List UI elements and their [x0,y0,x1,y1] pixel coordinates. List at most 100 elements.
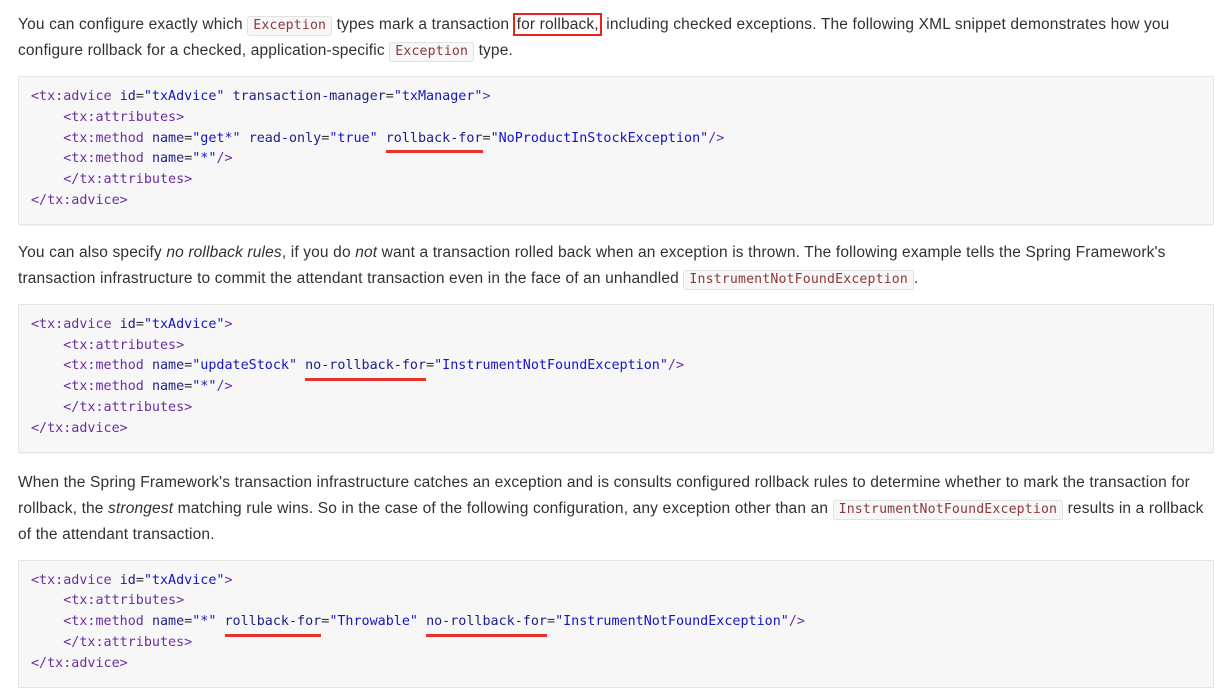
inline-code-instrumentnotfoundexception-2: InstrumentNotFoundException [832,499,1064,520]
code-line: </tx:advice> [31,193,128,208]
code-line: <tx:method name="*"/> [31,379,233,395]
code-token: "txManager" [393,89,483,104]
code-token: "*" [192,614,217,630]
code-token: <tx:advice [31,572,120,588]
code-token: <tx:advice [31,89,120,104]
code-token: <tx:advice [31,316,120,332]
annotation-underline-token: no-rollback-for [305,356,426,381]
code-token: <tx:method [31,130,152,146]
code-token: "NoProductInStockException" [490,130,709,146]
code-token: transaction-manager [232,89,386,104]
documentation-page: You can configure exactly which Exceptio… [0,0,1231,688]
annotation-underline-token: rollback-for [224,612,321,637]
code-block-combined-rules[interactable]: <tx:advice id="txAdvice"> <tx:attributes… [18,559,1214,688]
code-token: <tx:attributes> [31,337,185,353]
code-line: </tx:attributes> [31,400,192,415]
code-token: = [426,358,435,374]
code-token: = [547,614,556,630]
code-token: "InstrumentNotFoundException" [434,358,668,374]
code-token: name [151,614,185,630]
code-line: </tx:advice> [31,421,128,436]
code-token: <tx:attributes> [31,593,185,609]
code-token: id [119,572,136,588]
code-token: </tx:advice> [31,655,128,671]
code-line: <tx:method name="*" rollback-for="Throwa… [31,614,805,637]
annotation-box-for-rollback: for rollback, [512,13,602,36]
paragraph3-seg2: matching rule wins. So in the case of th… [173,499,833,517]
code-token: "txAdvice" [143,572,225,588]
emphasis-not: not [355,243,378,261]
code-token: "InstrumentNotFoundException" [555,614,789,630]
code-token: /> [788,614,805,630]
code-token: "Throwable" [329,614,418,630]
code-token: /> [216,379,233,395]
emphasis-no-rollback-rules: no rollback rules [166,243,282,261]
code-token: id [119,89,136,104]
code-token: <tx:method [31,379,152,395]
code-line: </tx:attributes> [31,635,192,650]
code-line: <tx:attributes> [31,593,184,608]
code-token: </tx:advice> [31,192,128,208]
code-token: = [135,316,144,332]
code-token: name [151,130,185,146]
code-token: </tx:attributes> [31,634,193,650]
code-token: = [135,89,144,104]
paragraph2-seg4: . [913,269,919,287]
code-line: <tx:method name="get*" read-only="true" … [31,130,725,154]
code-token: > [482,89,491,104]
code-line: <tx:advice id="txAdvice" transaction-man… [31,89,491,104]
paragraph1-seg4: type. [474,42,513,59]
emphasis-strongest: strongest [108,499,174,517]
code-token: /> [667,358,685,374]
paragraph1-seg1: You can configure exactly which [18,16,248,33]
code-token: </tx:attributes> [31,172,193,188]
code-token: = [482,130,491,146]
annotation-underline-token: no-rollback-for [426,612,547,637]
code-token: </tx:advice> [31,420,128,436]
inline-code-exception-2: Exception [389,42,475,62]
code-token: = [385,89,394,104]
code-line: <tx:method name = "updateStock" no-rollbac… [31,358,685,381]
code-line: </tx:advice> [31,656,128,671]
code-token: </tx:attributes> [31,399,193,415]
code-token: name [151,358,185,374]
code-token: <tx:method [31,358,152,374]
paragraph-strongest-rule: When the Spring Framework's transaction … [18,470,1215,548]
code-token: "txAdvice" [143,316,225,332]
paragraph-rollback-intro: You can configure exactly which Exceptio… [18,12,1215,64]
code-token: name [151,379,185,395]
code-token: /> [216,151,233,167]
code-token: "updateStock" [192,358,298,374]
code-token: <tx:method [31,614,152,630]
code-token: /> [708,130,725,146]
paragraph2-seg2: , if you do [281,243,356,261]
code-token: "*" [192,151,217,167]
code-line: <tx:attributes> [31,110,184,125]
code-block-rollback-for[interactable]: <tx:advice id="txAdvice" transaction-man… [18,76,1214,225]
code-token: "*" [192,379,217,395]
code-token: > [224,572,233,588]
code-line: <tx:method name="*"/> [31,151,233,167]
code-token: <tx:method [31,151,152,167]
code-block-no-rollback-for[interactable]: <tx:advice id="txAdvice"> <tx:attributes… [18,303,1214,453]
paragraph2-seg1: You can also specify [18,243,167,261]
code-line: </tx:attributes> [31,172,192,187]
inline-code-instrumentnotfoundexception-1: InstrumentNotFoundException [683,269,914,290]
inline-code-exception-1: Exception [247,16,333,36]
code-token: id [119,316,136,332]
annotation-underline-token: rollback-for [385,129,483,154]
code-token: <tx:attributes> [31,109,185,125]
code-token: read-only [248,130,322,146]
code-token: "true" [329,130,378,146]
code-line: <tx:attributes> [31,338,184,353]
code-token: "txAdvice" [143,89,225,104]
code-token: "get*" [192,130,241,146]
paragraph-no-rollback-rules: You can also specify no rollback rules, … [18,240,1215,292]
code-token: = [135,572,144,588]
